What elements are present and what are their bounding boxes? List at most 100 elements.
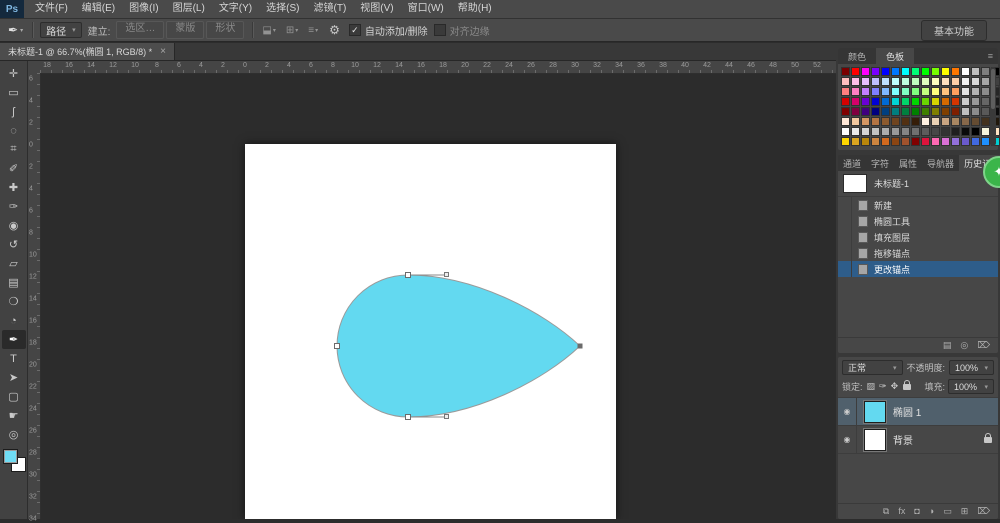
color-swatch[interactable] [901,137,910,146]
menu-item-0[interactable]: 文件(F) [28,0,75,18]
color-swatch[interactable] [861,127,870,136]
color-swatch[interactable] [981,77,990,86]
color-swatch[interactable] [941,87,950,96]
color-swatch[interactable] [861,117,870,126]
color-swatch[interactable] [881,127,890,136]
color-swatch[interactable] [951,67,960,76]
swatches-tab-0[interactable]: 颜色 [838,48,876,64]
color-swatch[interactable] [881,67,890,76]
eyedropper-tool[interactable]: ✐ [2,159,26,178]
color-swatch[interactable] [941,117,950,126]
color-swatch[interactable] [871,117,880,126]
color-swatch[interactable] [911,77,920,86]
color-swatch[interactable] [951,107,960,116]
color-swatch[interactable] [891,107,900,116]
color-swatch[interactable] [851,137,860,146]
lasso-tool[interactable]: ʃ [2,102,26,121]
gear-icon[interactable]: ⚙ [326,23,343,37]
color-swatch[interactable] [921,67,930,76]
color-swatch[interactable] [971,97,980,106]
horizontal-ruler[interactable]: 1816141210864202468101214161820222426283… [40,61,836,74]
color-swatch[interactable] [941,77,950,86]
history-state-1[interactable]: 椭圆工具 [838,213,998,229]
swatches-tab-1[interactable]: 色板 [876,48,914,64]
auto-add-delete-checkbox[interactable]: ✓ 自动添加/删除 [349,23,428,38]
color-swatch[interactable] [911,117,920,126]
lock-pixels-icon[interactable]: ✑ [878,381,888,392]
fill-dropdown[interactable]: 100% ▾ [948,379,994,394]
color-swatch[interactable] [881,107,890,116]
color-swatch[interactable] [841,117,850,126]
anchor-point[interactable] [335,344,340,349]
color-swatch[interactable] [981,107,990,116]
pen-tool[interactable]: ✒ [2,330,26,349]
color-swatch[interactable] [861,107,870,116]
color-swatch[interactable] [881,117,890,126]
color-swatch[interactable] [901,127,910,136]
photoshop-logo-icon[interactable]: Ps [0,0,24,18]
path-operations-icon[interactable]: ⬓▾ [260,25,277,36]
color-swatch[interactable] [901,67,910,76]
color-swatch[interactable] [951,87,960,96]
color-swatch[interactable] [841,77,850,86]
handle-end-point[interactable] [445,415,449,419]
color-swatch[interactable] [921,137,930,146]
color-swatch[interactable] [981,137,990,146]
history-source-row[interactable]: 未标题-1 [838,171,998,197]
color-swatch[interactable] [881,137,890,146]
color-swatch[interactable] [861,77,870,86]
menu-item-9[interactable]: 帮助(H) [451,0,499,18]
color-swatch[interactable] [951,137,960,146]
color-swatch[interactable] [971,127,980,136]
quick-selection-tool[interactable]: ◌ [2,121,26,140]
color-swatch[interactable] [911,97,920,106]
align-edges-checkbox[interactable]: 对齐边缘 [434,23,490,38]
color-swatch[interactable] [851,127,860,136]
color-swatch[interactable] [941,67,950,76]
color-swatch[interactable] [981,87,990,96]
panel-menu-icon[interactable]: ≡ [983,48,998,64]
color-swatch[interactable] [871,77,880,86]
color-swatch[interactable] [961,107,970,116]
anchor-point[interactable] [406,273,411,278]
color-swatch[interactable] [931,77,940,86]
zoom-tool[interactable]: ◎ [2,425,26,444]
path-alignment-icon[interactable]: ⊞▾ [284,25,300,36]
color-swatch[interactable] [901,107,910,116]
color-swatch[interactable] [841,97,850,106]
color-swatch[interactable] [921,77,930,86]
tool-mode-dropdown[interactable]: 路径 ▾ [40,22,82,38]
lock-position-icon[interactable]: ✥ [890,381,900,392]
color-swatch[interactable] [871,87,880,96]
menu-item-5[interactable]: 选择(S) [259,0,306,18]
color-swatch[interactable] [851,67,860,76]
color-swatch[interactable] [931,127,940,136]
close-tab-icon[interactable]: × [160,46,166,57]
color-swatch[interactable] [971,137,980,146]
color-swatch[interactable] [981,67,990,76]
canvas-workspace[interactable] [40,73,836,519]
handle-end-point[interactable] [445,273,449,277]
color-swatch[interactable] [911,137,920,146]
vertical-ruler[interactable]: 6420246810121416182022242628303234 [28,73,41,519]
color-swatch[interactable] [841,107,850,116]
shape-tool[interactable]: ▢ [2,387,26,406]
delete-layer-icon[interactable]: ⌦ [977,504,990,519]
color-swatch[interactable] [881,97,890,106]
color-swatch[interactable] [931,67,940,76]
swatches-scrollbar[interactable] [990,67,996,146]
color-swatch[interactable] [951,127,960,136]
layer-group-icon[interactable]: ▭ [943,504,952,519]
layer-style-icon[interactable]: fx [898,504,905,519]
menu-item-8[interactable]: 窗口(W) [401,0,451,18]
eye-icon[interactable]: ◉ [838,426,857,453]
color-swatch[interactable] [971,107,980,116]
color-swatch[interactable] [941,127,950,136]
color-swatch[interactable] [901,87,910,96]
color-swatch[interactable] [871,97,880,106]
color-swatch[interactable] [841,137,850,146]
move-tool[interactable]: ✛ [2,64,26,83]
history-brush-tool[interactable]: ↺ [2,235,26,254]
color-swatch[interactable] [881,87,890,96]
color-swatch[interactable] [861,137,870,146]
